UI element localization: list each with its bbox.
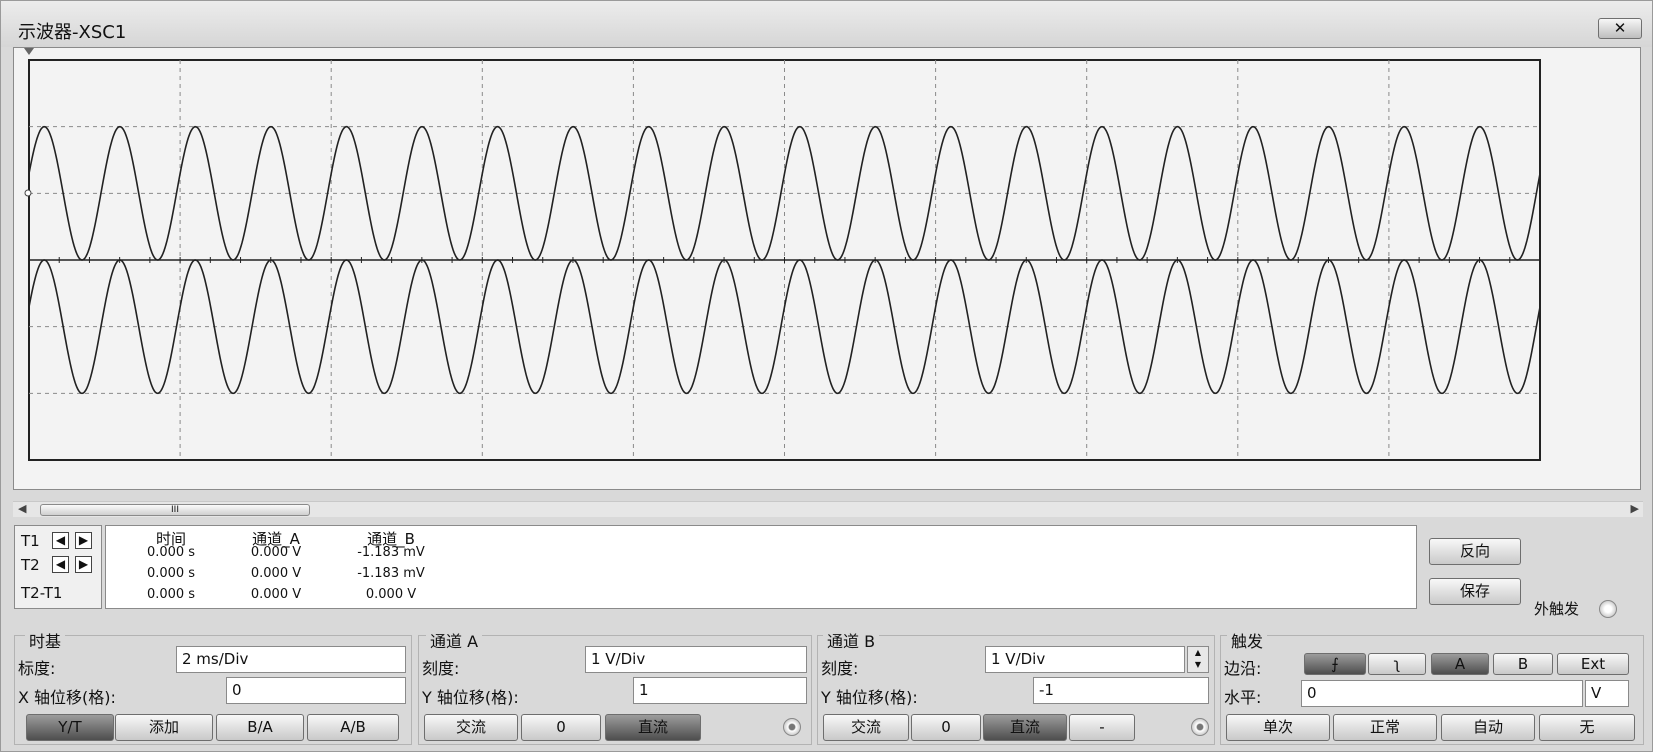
channel-a-ypos-label: Y 轴位移(格): [422, 688, 519, 707]
channel-b-scale-spinner[interactable]: ▲ ▼ [1187, 646, 1209, 673]
window-title: 示波器-XSC1 [18, 22, 127, 43]
t2-time: 0.000 s [146, 566, 196, 581]
grid [28, 60, 1541, 460]
oscilloscope-screen [13, 47, 1641, 490]
channel-a-scale-label: 刻度: [422, 659, 460, 678]
scroll-left-arrow-icon[interactable]: ◀ [18, 502, 26, 515]
t1-label: T1 [21, 532, 40, 550]
channel-a-radio[interactable] [783, 718, 801, 736]
channel-b-zero-button[interactable]: 0 [911, 714, 981, 741]
t1-channel-b: -1.183 mV [357, 545, 425, 560]
auto-mode-button[interactable]: 自动 [1441, 714, 1535, 741]
reverse-button[interactable]: 反向 [1429, 538, 1521, 565]
channel-marker-icon [24, 189, 32, 197]
close-button[interactable]: ✕ [1598, 18, 1642, 39]
timebase-scale-label: 标度: [18, 659, 56, 678]
t2-right-arrow-icon[interactable]: ▶ [75, 556, 92, 573]
trigger-source-a-button[interactable]: A [1431, 653, 1489, 675]
t2-left-arrow-icon[interactable]: ◀ [52, 556, 69, 573]
yt-button[interactable]: Y/T [26, 714, 114, 741]
x-position-field[interactable]: 0 [226, 677, 406, 704]
channel-b-dc-button[interactable]: 直流 [983, 714, 1067, 741]
ext-trigger-radio[interactable] [1599, 600, 1617, 618]
trigger-title: 触发 [1227, 628, 1268, 652]
trigger-source-ext-button[interactable]: Ext [1557, 653, 1629, 675]
normal-mode-button[interactable]: 正常 [1333, 714, 1437, 741]
channel-b-title: 通道 B [823, 628, 880, 652]
title-bar: 示波器-XSC1 ✕ [1, 1, 1652, 47]
x-position-label: X 轴位移(格): [18, 688, 116, 707]
channel-b-ypos-field[interactable]: -1 [1033, 677, 1209, 704]
none-mode-button[interactable]: 无 [1539, 714, 1635, 741]
save-button[interactable]: 保存 [1429, 578, 1521, 605]
trigger-marker-icon [24, 48, 34, 55]
channel-b-ypos-label: Y 轴位移(格): [821, 688, 918, 707]
t2-label: T2 [21, 556, 40, 574]
ext-trigger-label: 外触发 [1534, 600, 1580, 618]
falling-edge-button[interactable]: ʅ [1368, 653, 1426, 675]
channel-a-ac-button[interactable]: 交流 [424, 714, 518, 741]
cursor-readout: 时间 通道_A 通道_B 0.000 s 0.000 V -1.183 mV 0… [105, 525, 1417, 609]
channel-b-ac-button[interactable]: 交流 [823, 714, 909, 741]
t2-t1-label: T2-T1 [21, 584, 63, 602]
channel-b-scale-field[interactable]: 1 V/Div [985, 646, 1185, 673]
t1-channel-a: 0.000 V [250, 545, 302, 560]
rising-edge-button[interactable]: ⨍ [1304, 653, 1366, 675]
trigger-source-b-button[interactable]: B [1493, 653, 1553, 675]
channel-a-scale-field[interactable]: 1 V/Div [585, 646, 807, 673]
scrollbar-thumb[interactable]: III [40, 504, 310, 516]
t2-t1-channel-a: 0.000 V [250, 587, 302, 602]
t2-channel-b: -1.183 mV [357, 566, 425, 581]
channel-a-ypos-field[interactable]: 1 [633, 677, 807, 704]
t2-channel-a: 0.000 V [250, 566, 302, 581]
a-over-b-button[interactable]: A/B [307, 714, 399, 741]
scroll-right-arrow-icon[interactable]: ▶ [1631, 502, 1639, 515]
oscilloscope-window: 示波器-XSC1 ✕ ◀ III ▶ T1 ◀ ▶ T2 ◀ ▶ T2-T1 时… [0, 0, 1653, 752]
horizontal-scrollbar[interactable]: ◀ III ▶ [13, 501, 1643, 517]
add-button[interactable]: 添加 [115, 714, 213, 741]
single-mode-button[interactable]: 单次 [1226, 714, 1330, 741]
cursor-controls: T1 ◀ ▶ T2 ◀ ▶ T2-T1 [14, 525, 102, 609]
t1-left-arrow-icon[interactable]: ◀ [52, 532, 69, 549]
channel-b-radio[interactable] [1191, 718, 1209, 736]
t2-t1-channel-b: 0.000 V [365, 587, 417, 602]
trigger-level-unit[interactable]: V [1585, 680, 1629, 707]
trigger-level-field[interactable]: 0 [1301, 680, 1583, 707]
b-over-a-button[interactable]: B/A [216, 714, 304, 741]
channel-b-minus-button[interactable]: - [1069, 714, 1135, 741]
t1-right-arrow-icon[interactable]: ▶ [75, 532, 92, 549]
channel-a-zero-button[interactable]: 0 [521, 714, 601, 741]
trigger-edge-label: 边沿: [1224, 659, 1262, 678]
timebase-scale-field[interactable]: 2 ms/Div [176, 646, 406, 673]
t2-t1-time: 0.000 s [146, 587, 196, 602]
channel-b-scale-label: 刻度: [821, 659, 859, 678]
scope-display [24, 48, 1541, 461]
timebase-title: 时基 [25, 628, 66, 652]
channel-a-title: 通道 A [426, 628, 483, 652]
t1-time: 0.000 s [146, 545, 196, 560]
trigger-level-label: 水平: [1224, 688, 1262, 707]
channel-a-dc-button[interactable]: 直流 [605, 714, 701, 741]
